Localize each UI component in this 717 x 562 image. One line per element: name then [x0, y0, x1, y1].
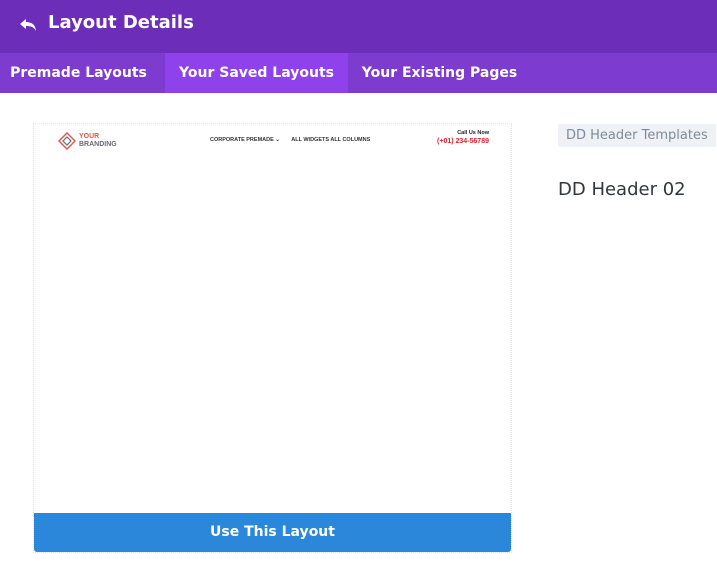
layout-preview-card: YOUR BRANDING CORPORATE PREMADE ⌄ ALL WI… — [33, 123, 512, 553]
brand-logo-icon — [58, 132, 76, 150]
preview-nav: CORPORATE PREMADE ⌄ ALL WIDGETS ALL COLU… — [210, 137, 380, 143]
layout-preview-image: YOUR BRANDING CORPORATE PREMADE ⌄ ALL WI… — [34, 124, 511, 514]
tab-your-saved-layouts[interactable]: Your Saved Layouts — [165, 53, 348, 93]
tab-bar: Premade Layouts Your Saved Layouts Your … — [0, 53, 717, 93]
page-title: Layout Details — [48, 12, 194, 33]
undo-arrow-icon — [20, 19, 36, 31]
brand-line-2: BRANDING — [79, 141, 117, 148]
layout-name: DD Header 02 — [558, 179, 686, 200]
use-this-layout-button[interactable]: Use This Layout — [34, 513, 511, 552]
preview-call-label: Call Us Now — [457, 130, 489, 136]
preview-nav-item-widgets: ALL WIDGETS ALL COLUMNS — [291, 137, 371, 143]
preview-nav-item-corporate: CORPORATE PREMADE ⌄ — [210, 137, 280, 143]
preview-call-block: Call Us Now (+01) 234-56789 — [437, 129, 489, 147]
brand-name: YOUR BRANDING — [79, 133, 117, 149]
category-tag[interactable]: DD Header Templates — [558, 124, 716, 147]
preview-call-phone: (+01) 234-56789 — [437, 138, 489, 145]
back-button[interactable] — [16, 12, 42, 38]
tab-your-existing-pages[interactable]: Your Existing Pages — [348, 53, 531, 93]
brand-line-1: YOUR — [79, 133, 100, 140]
tab-premade-layouts[interactable]: Premade Layouts — [0, 53, 157, 93]
title-bar: Layout Details — [0, 0, 717, 53]
